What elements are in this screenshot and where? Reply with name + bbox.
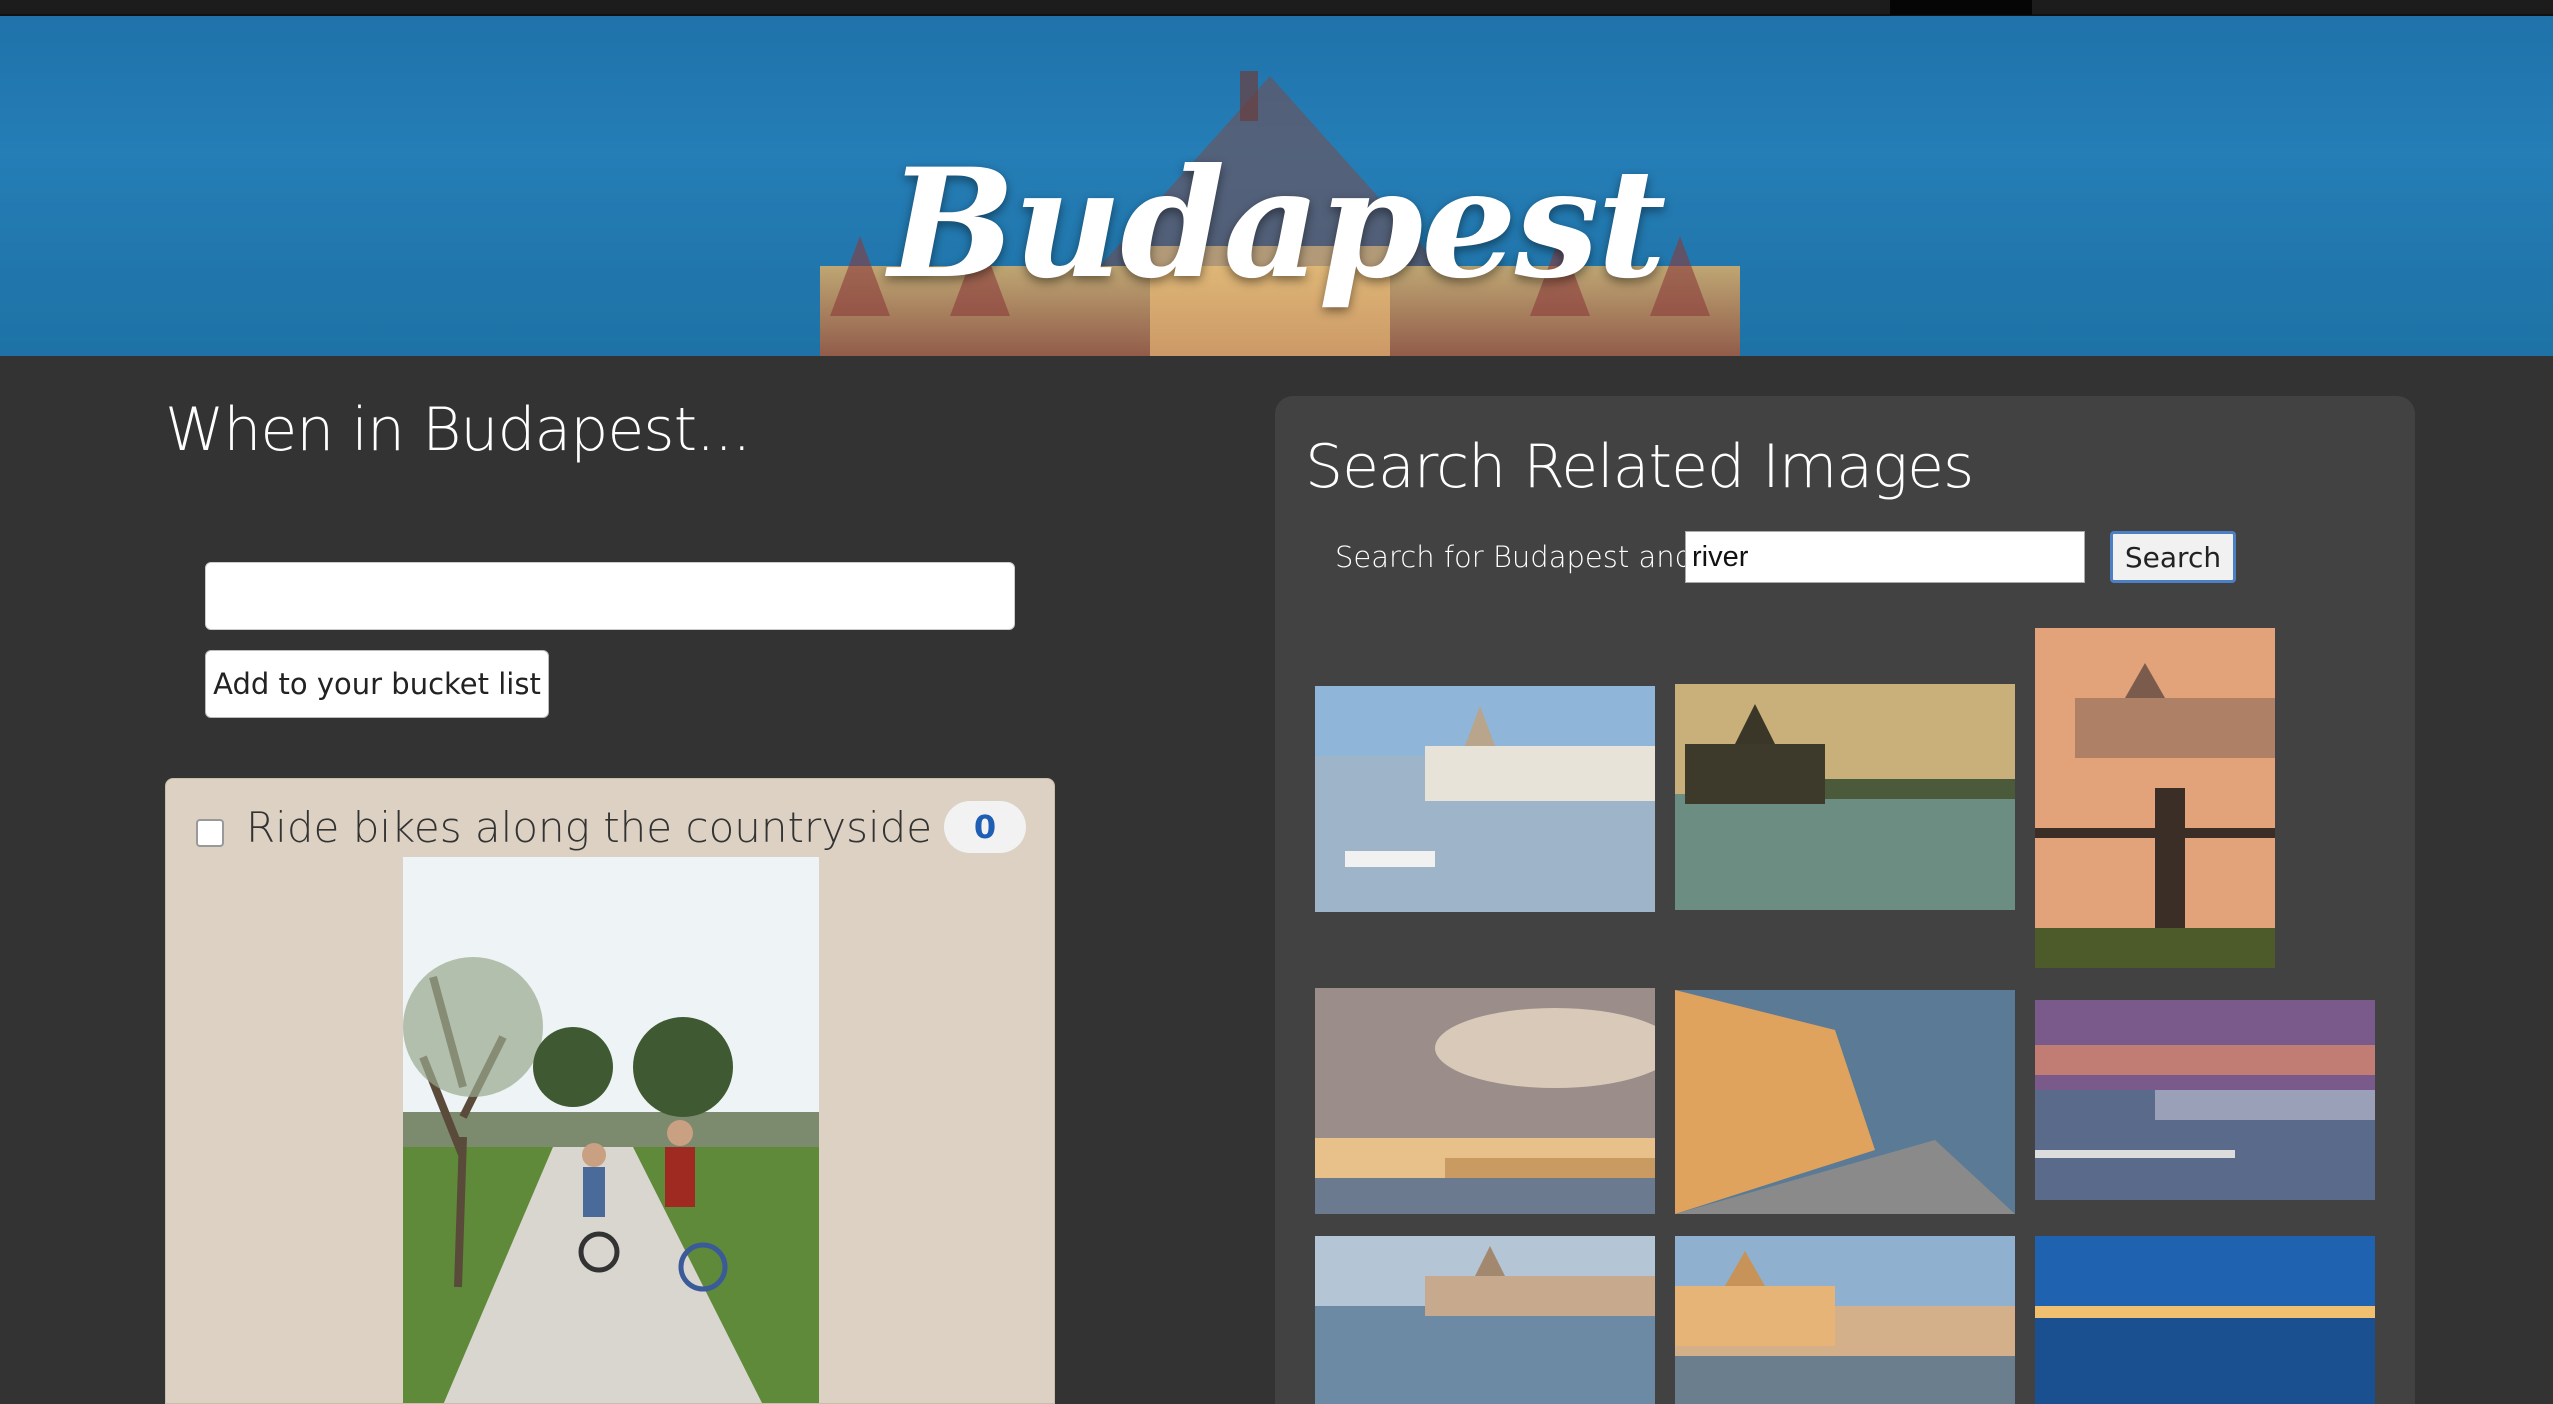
image-thumbnail[interactable] [1315,988,1655,1214]
bucket-item-checkbox[interactable] [196,819,224,847]
bucket-item-input[interactable] [205,562,1015,630]
bucket-heading: When in Budapest... [165,395,751,465]
hero-title: Budapest [888,136,1667,312]
hero-banner: Budapest [0,16,2553,356]
browser-tab[interactable] [1890,0,2032,15]
images-heading: Search Related Images [1305,432,1974,502]
bucket-item-label: Ride bikes along the countryside [246,803,933,852]
bucket-item-count-badge[interactable]: 0 [944,801,1026,853]
image-thumbnail[interactable] [1315,686,1655,912]
image-thumbnail[interactable] [1675,684,2015,910]
bucket-item-card: Ride bikes along the countryside 0 [165,778,1055,1404]
related-images-panel: Search Related Images Search for Budapes… [1275,396,2415,1404]
image-thumbnail[interactable] [2035,1000,2375,1200]
add-to-bucket-button[interactable]: Add to your bucket list [205,650,549,718]
search-button[interactable]: Search [2110,531,2236,583]
image-thumbnail[interactable] [1675,1236,2015,1404]
image-thumbnail[interactable] [2035,1236,2375,1404]
search-label: Search for Budapest and... [1335,540,1721,574]
browser-top-bar [0,0,2553,16]
image-thumbnail[interactable] [2035,628,2275,968]
image-thumbnail[interactable] [1675,990,2015,1214]
bike-photo [403,857,819,1403]
image-thumbnail[interactable] [1315,1236,1655,1404]
image-search-input[interactable] [1685,531,2085,583]
bucket-list-section: When in Budapest... [165,395,1065,465]
